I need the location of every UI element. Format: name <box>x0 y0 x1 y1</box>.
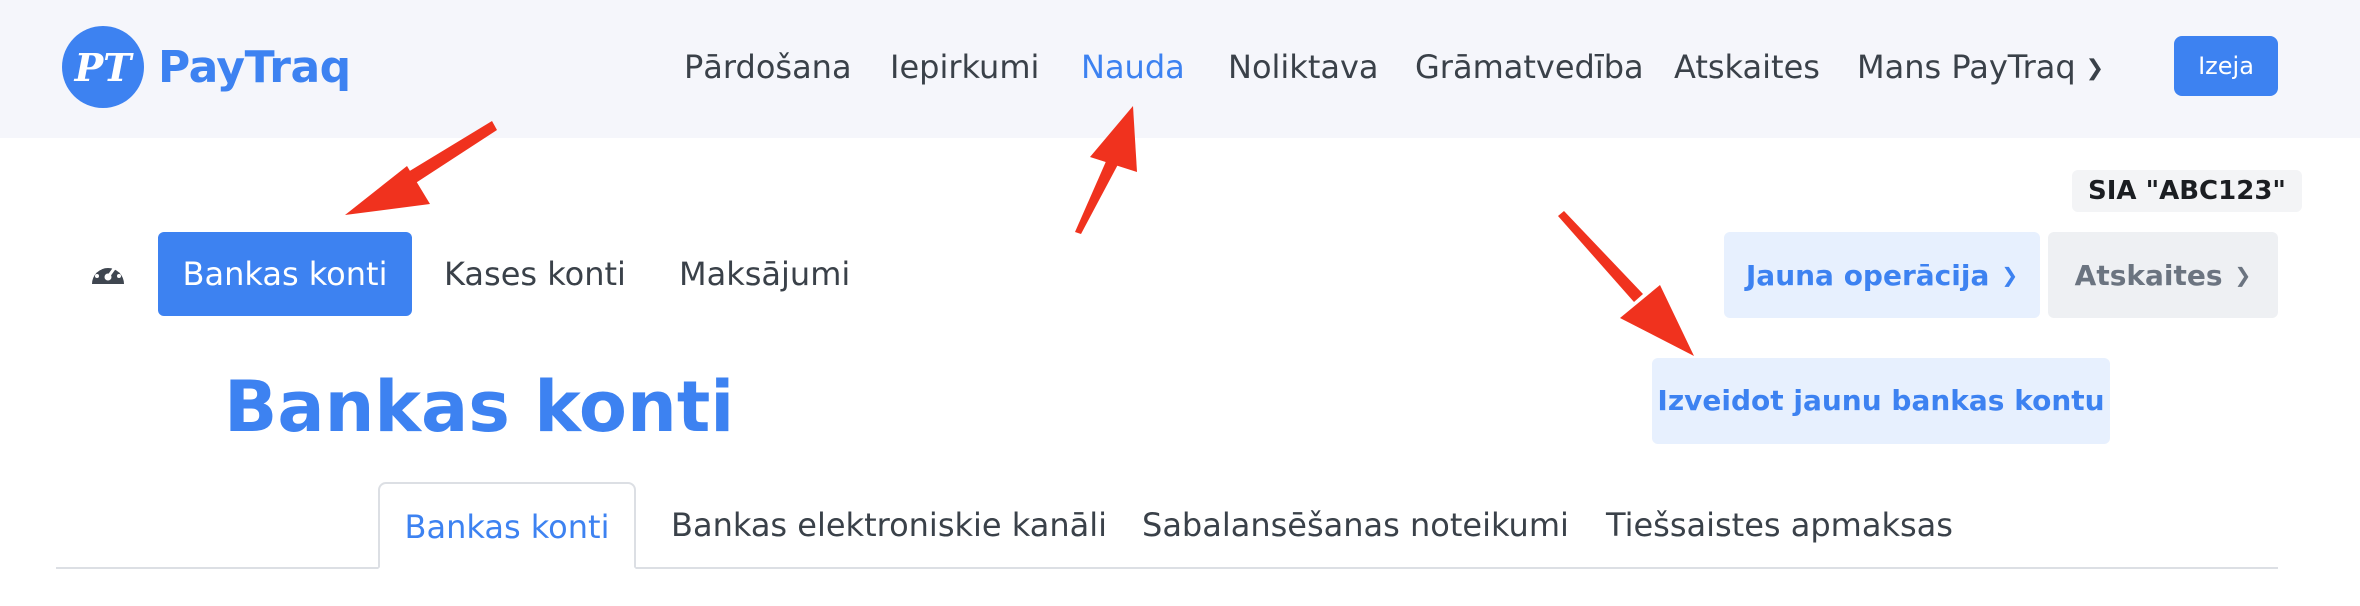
nav-item-pardosana[interactable]: Pārdošana <box>684 44 852 90</box>
nav-item-iepirkumi[interactable]: Iepirkumi <box>890 44 1039 90</box>
tab-tiessaistes-apmaksas[interactable]: Tiešsaistes apmaksas <box>1606 482 1953 568</box>
company-badge: SIA "ABC123" <box>2072 170 2302 212</box>
logo[interactable]: PT PayTraq <box>62 26 351 108</box>
logo-text: PayTraq <box>158 41 351 93</box>
subnav-bankas-konti[interactable]: Bankas konti <box>158 232 412 316</box>
reports-label: Atskaites <box>2074 259 2223 292</box>
tab-bankas-konti[interactable]: Bankas konti <box>378 482 636 569</box>
chevron-down-icon: ❯ <box>2234 263 2252 287</box>
nav-item-noliktava[interactable]: Noliktava <box>1228 44 1379 90</box>
gauge-icon[interactable] <box>88 257 128 287</box>
nav-item-gramatvediba[interactable]: Grāmatvedība <box>1415 44 1644 90</box>
nav-item-mans-paytraq-label: Mans PayTraq <box>1857 48 2076 86</box>
nav-item-atskaites[interactable]: Atskaites <box>1674 44 1820 90</box>
logo-mark: PT <box>62 26 144 108</box>
page-title: Bankas konti <box>224 366 735 448</box>
new-operation-dropdown[interactable]: Jauna operācija ❯ <box>1724 232 2040 318</box>
tab-bankas-elektroniskie-kanali[interactable]: Bankas elektroniskie kanāli <box>671 482 1107 568</box>
subnav-maksajumi[interactable]: Maksājumi <box>679 232 850 316</box>
nav-item-mans-paytraq[interactable]: Mans PayTraq ❯ <box>1857 44 2104 90</box>
nav-item-nauda[interactable]: Nauda <box>1081 44 1185 90</box>
exit-button[interactable]: Izeja <box>2174 36 2278 96</box>
arrow-icon <box>1558 211 1694 356</box>
chevron-down-icon: ❯ <box>2001 263 2019 287</box>
new-operation-label: Jauna operācija <box>1745 259 1990 292</box>
top-navbar: PT PayTraq Pārdošana Iepirkumi Nauda Nol… <box>0 0 2360 138</box>
create-bank-account-button[interactable]: Izveidot jaunu bankas kontu <box>1652 358 2110 444</box>
reports-dropdown[interactable]: Atskaites ❯ <box>2048 232 2278 318</box>
tab-sabalansesanas-noteikumi[interactable]: Sabalansēšanas noteikumi <box>1142 482 1569 568</box>
chevron-down-icon: ❯ <box>2085 56 2105 81</box>
subnav-kases-konti[interactable]: Kases konti <box>444 232 626 316</box>
